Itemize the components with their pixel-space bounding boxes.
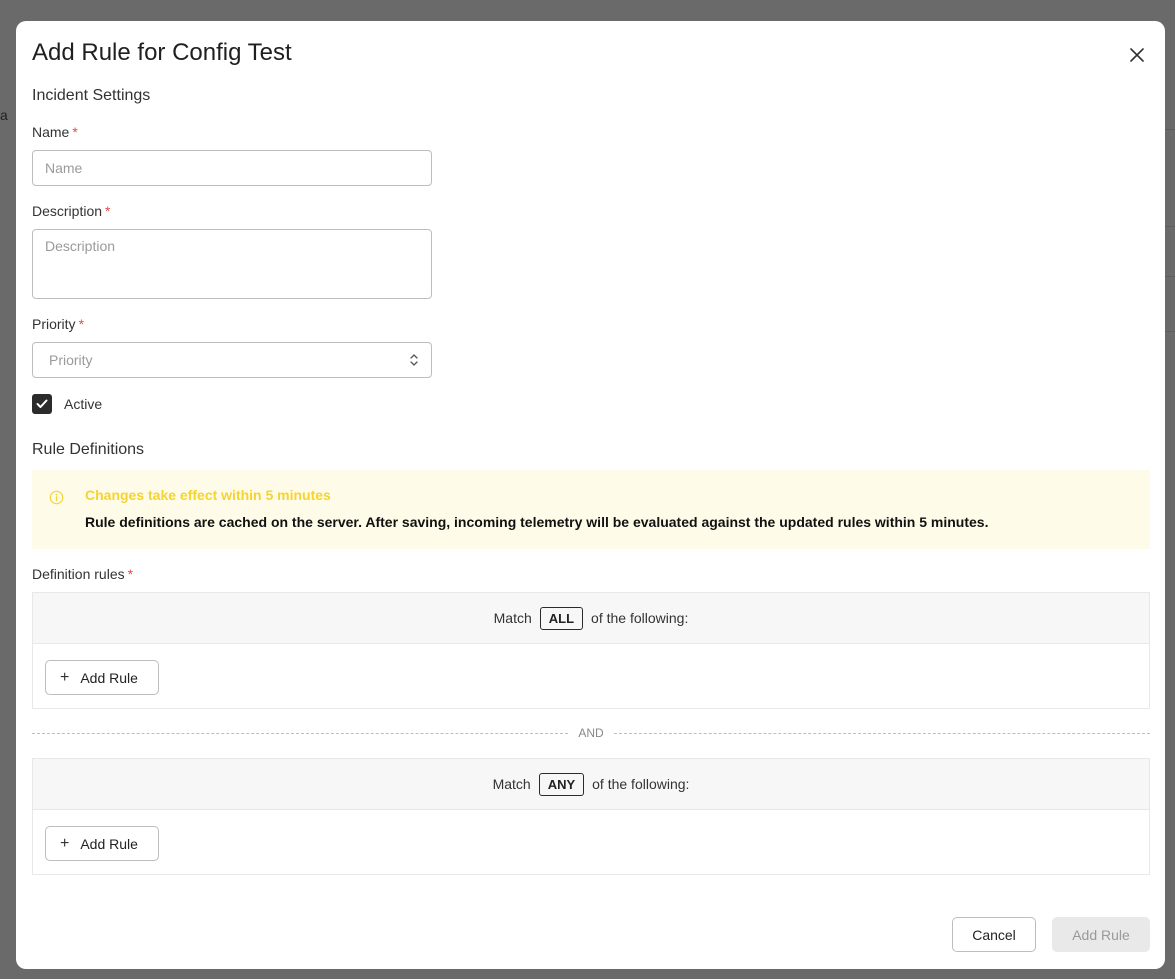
divider-line: [613, 732, 1150, 734]
check-icon: [36, 399, 48, 408]
required-mark: *: [72, 124, 78, 140]
definition-rules-label: Definition rules *: [32, 566, 133, 582]
name-label: Name *: [32, 124, 78, 140]
priority-label: Priority *: [32, 316, 84, 332]
group-joiner-label: AND: [578, 726, 604, 740]
close-icon: [1130, 48, 1144, 62]
priority-select[interactable]: Priority: [32, 342, 432, 378]
match-prefix: Match: [492, 776, 531, 792]
active-checkbox[interactable]: [32, 394, 52, 414]
info-alert: Changes take effect within 5 minutes Rul…: [32, 470, 1150, 549]
match-suffix: of the following:: [592, 776, 690, 792]
submit-add-rule-button[interactable]: Add Rule: [1052, 917, 1150, 952]
required-mark: *: [105, 203, 111, 219]
background-text-fragment: a: [0, 107, 8, 123]
description-label: Description *: [32, 203, 110, 219]
rule-group-any: Match ANY of the following: + Add Rule: [32, 758, 1150, 875]
rule-group-body: + Add Rule: [33, 644, 1149, 708]
name-label-text: Name: [32, 124, 70, 140]
add-rule-button[interactable]: + Add Rule: [45, 826, 159, 861]
name-input[interactable]: [32, 150, 432, 186]
alert-title: Changes take effect within 5 minutes: [85, 487, 331, 503]
match-mode-toggle[interactable]: ALL: [539, 606, 584, 630]
rule-group-body: + Add Rule: [33, 810, 1149, 874]
rule-definitions-heading: Rule Definitions: [32, 441, 145, 458]
cancel-button[interactable]: Cancel: [952, 917, 1036, 952]
match-prefix: Match: [493, 610, 532, 626]
required-mark: *: [78, 316, 85, 332]
background-divider: [1165, 331, 1175, 332]
add-rule-label: Add Rule: [80, 669, 138, 686]
add-rule-label: Add Rule: [80, 835, 138, 852]
close-button[interactable]: [1125, 43, 1149, 67]
background-divider: [1165, 226, 1175, 227]
description-label-text: Description: [32, 203, 103, 219]
description-textarea[interactable]: [32, 229, 432, 299]
divider-line: [32, 732, 569, 734]
incident-settings-heading: Incident Settings: [32, 87, 151, 104]
background-divider: [1165, 129, 1175, 130]
add-rule-button[interactable]: + Add Rule: [45, 660, 159, 695]
group-divider: AND: [32, 725, 1150, 741]
plus-icon: +: [60, 668, 70, 686]
rule-group-header: Match ANY of the following:: [33, 759, 1149, 810]
priority-select-placeholder: Priority: [49, 352, 93, 368]
add-rule-dialog: Add Rule for Config Test Incident Settin…: [16, 21, 1165, 969]
rule-group-header: Match ALL of the following:: [33, 593, 1149, 644]
match-suffix: of the following:: [591, 610, 689, 626]
required-mark: *: [127, 566, 134, 582]
alert-body: Rule definitions are cached on the serve…: [85, 514, 989, 530]
rule-group-all: Match ALL of the following: + Add Rule: [32, 592, 1150, 709]
match-mode-toggle[interactable]: ANY: [538, 772, 585, 796]
definition-rules-label-text: Definition rules: [32, 566, 125, 582]
active-checkbox-row: Active: [32, 394, 102, 414]
background-divider: [1165, 276, 1175, 277]
info-icon: [49, 490, 64, 505]
chevron-up-down-icon: [410, 354, 418, 366]
dialog-title: Add Rule for Config Test: [32, 39, 292, 66]
plus-icon: +: [60, 834, 70, 852]
active-label: Active: [64, 396, 103, 412]
priority-label-text: Priority: [32, 316, 76, 332]
